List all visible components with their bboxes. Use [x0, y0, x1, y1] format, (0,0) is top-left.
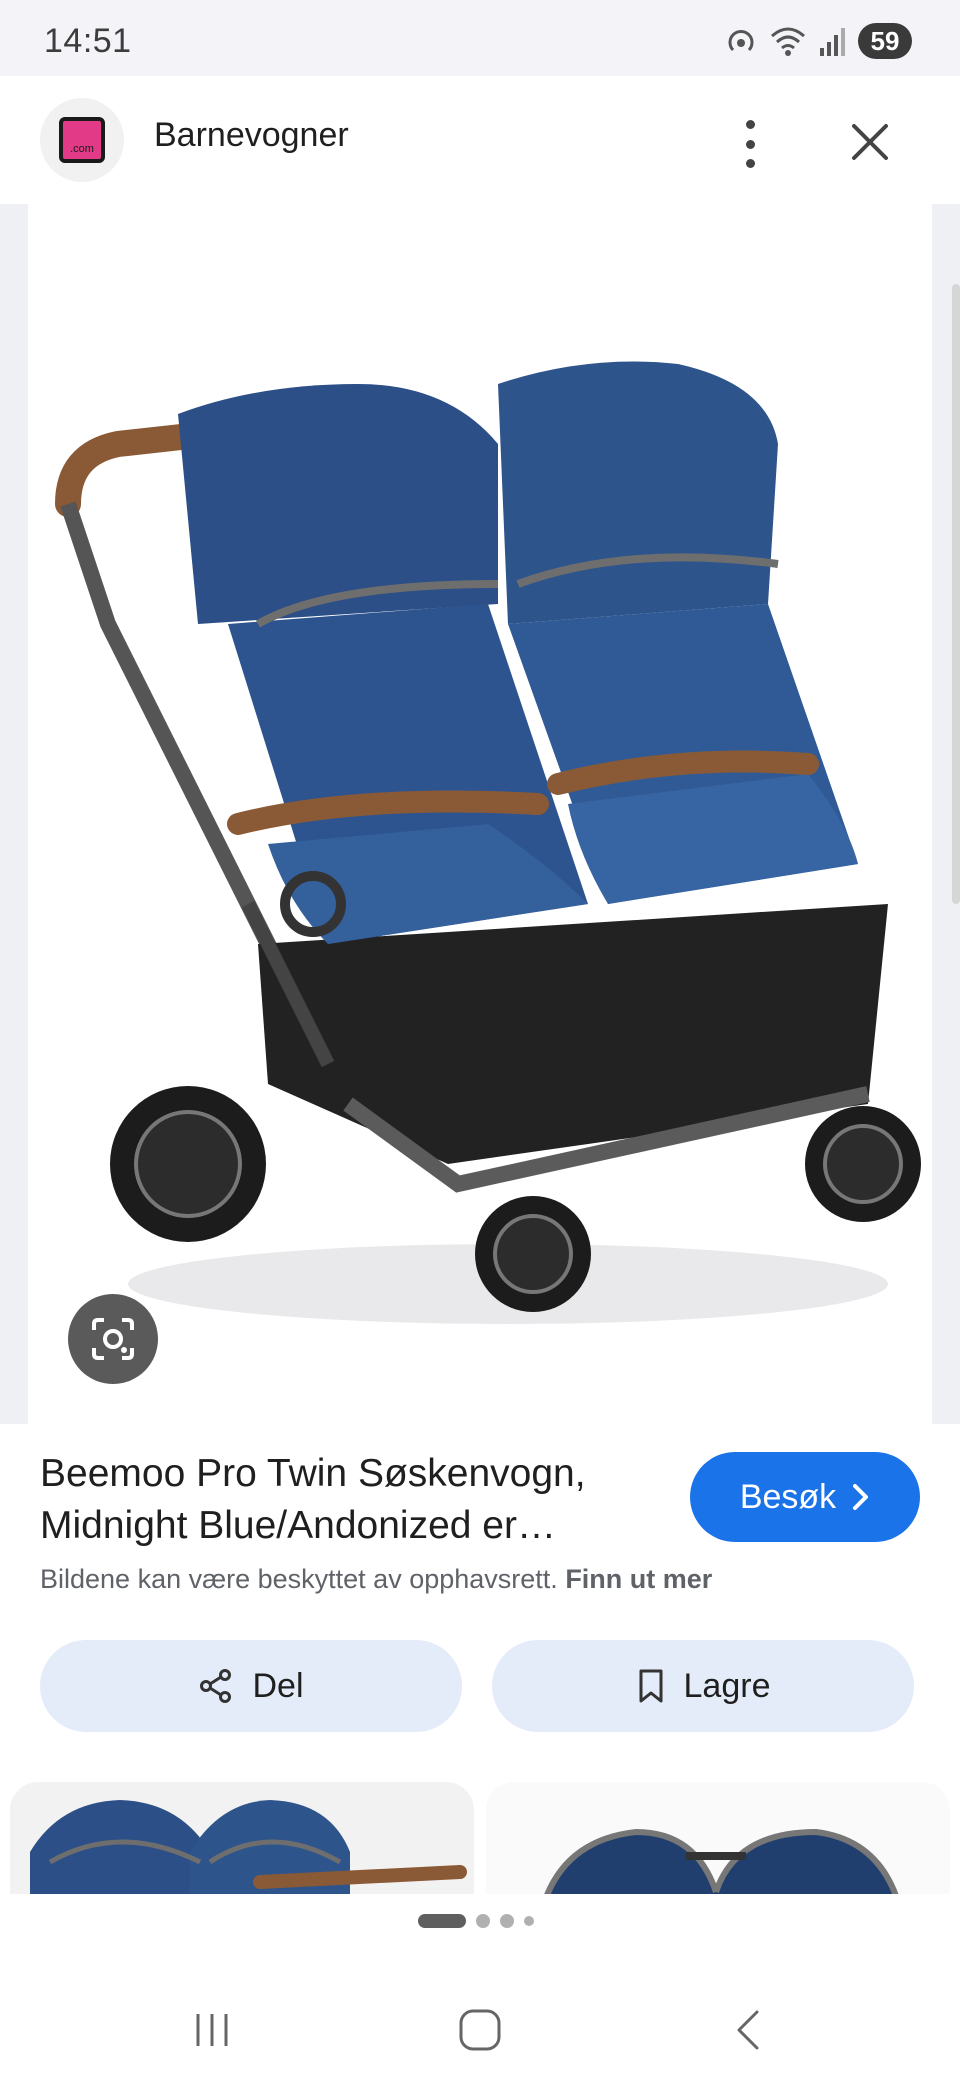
copyright-text: Bildene kan være beskyttet av opphavsret…: [40, 1564, 558, 1594]
recent-apps-icon: [196, 2014, 228, 2046]
close-icon[interactable]: [846, 118, 894, 166]
related-image-card[interactable]: [10, 1782, 474, 1894]
related-image-2: [544, 1828, 899, 1894]
home-icon: [459, 2009, 501, 2051]
page-dot-active: [418, 1914, 466, 1928]
page-dot: [500, 1914, 514, 1928]
status-icons: 59: [724, 22, 912, 60]
hotspot-icon: [728, 30, 754, 52]
battery-icon: 59: [858, 23, 912, 59]
site-logo-mark: .com: [59, 117, 105, 163]
image-viewer[interactable]: [0, 204, 960, 1424]
lens-icon: [92, 1318, 134, 1360]
scrollbar[interactable]: [952, 284, 960, 904]
bookmark-icon: [639, 1669, 663, 1703]
home-button[interactable]: [450, 2000, 510, 2060]
status-time: 14:51: [44, 22, 132, 60]
product-image[interactable]: [28, 204, 932, 1424]
share-icon: [200, 1669, 232, 1703]
more-options-button[interactable]: [726, 114, 774, 174]
system-nav-bar: [0, 1980, 960, 2080]
page-indicator: [418, 1914, 534, 1928]
visit-button[interactable]: Besøk: [690, 1452, 920, 1542]
share-button[interactable]: Del: [40, 1640, 462, 1732]
header: .com Barnevogner: [0, 76, 960, 204]
recent-apps-button[interactable]: [182, 2000, 242, 2060]
signal-icon: [820, 28, 845, 56]
visit-label: Besøk: [739, 1477, 837, 1516]
back-button[interactable]: [718, 2000, 778, 2060]
page-dot: [524, 1916, 534, 1926]
related-image-1: [30, 1800, 467, 1894]
back-icon: [737, 2010, 759, 2050]
more-vert-icon: [745, 120, 755, 129]
page-dot: [476, 1914, 490, 1928]
product-title[interactable]: Beemoo Pro Twin Søskenvogn, Midnight Blu…: [40, 1448, 650, 1552]
related-image-card[interactable]: [486, 1782, 950, 1894]
related-images: [0, 1782, 960, 1894]
header-title: Barnevogner: [154, 116, 349, 154]
learn-more-link[interactable]: Finn ut mer: [565, 1564, 712, 1594]
stroller-image: [55, 361, 921, 1324]
save-label: Lagre: [683, 1666, 771, 1705]
site-logo[interactable]: .com: [40, 98, 124, 182]
share-label: Del: [252, 1666, 304, 1705]
copyright-notice: Bildene kan være beskyttet av opphavsret…: [40, 1564, 712, 1595]
lens-search-button[interactable]: [68, 1294, 158, 1384]
save-button[interactable]: Lagre: [492, 1640, 914, 1732]
wifi-icon: [771, 27, 805, 56]
chevron-right-icon: [853, 1484, 869, 1510]
status-bar: 14:51 59: [0, 0, 960, 76]
